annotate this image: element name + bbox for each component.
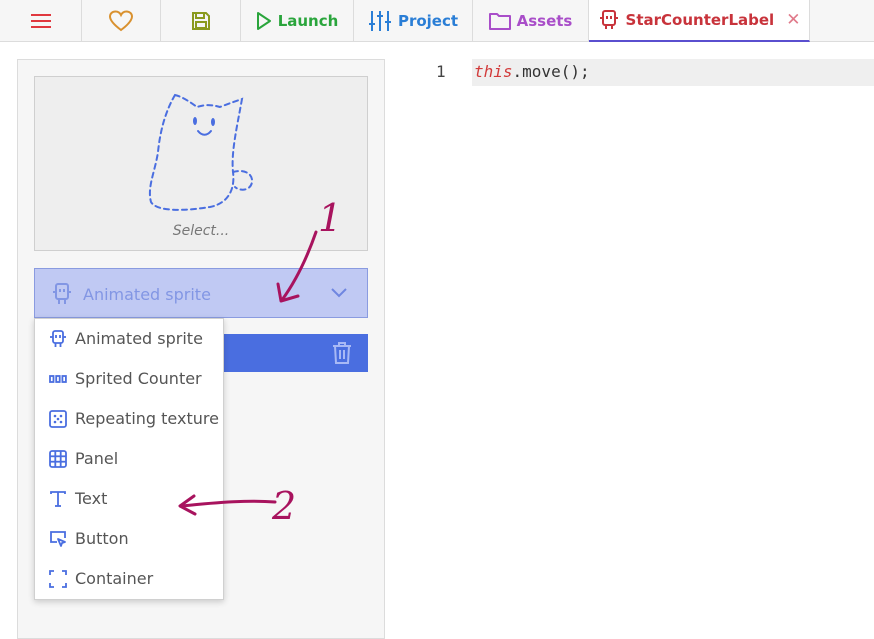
repeating-texture-icon [49, 410, 67, 428]
play-icon [256, 12, 271, 30]
save-button[interactable] [161, 0, 241, 42]
menu-item-label: Text [75, 489, 108, 508]
panel-icon [49, 450, 67, 468]
sprited-counter-icon [49, 375, 67, 383]
tab-star-counter-label[interactable]: StarCounterLabel ✕ [589, 0, 810, 42]
tab-project[interactable]: Project [354, 0, 473, 42]
code-line[interactable]: this.move(); [474, 62, 590, 81]
trash-icon[interactable] [332, 342, 352, 364]
line-number: 1 [436, 62, 446, 81]
tab-launch[interactable]: Launch [241, 0, 354, 42]
tab-star-counter-label-text: StarCounterLabel [625, 11, 775, 29]
code-keyword: this [474, 62, 513, 81]
element-type-menu: Animated sprite Sprited Counter Repeatin… [34, 318, 224, 600]
text-icon [50, 491, 66, 507]
favorite-button[interactable] [82, 0, 161, 42]
menu-button[interactable] [0, 0, 82, 42]
menu-item-animated-sprite[interactable]: Animated sprite [35, 319, 223, 359]
close-tab-icon[interactable]: ✕ [786, 10, 800, 30]
hamburger-icon [30, 14, 51, 28]
menu-item-label: Button [75, 529, 129, 548]
tab-bar: Launch Project Assets StarCounterLabel ✕ [0, 0, 874, 42]
menu-item-button[interactable]: Button [35, 519, 223, 559]
annotation-label-2: 2 [272, 484, 297, 528]
template-icon [599, 10, 618, 29]
save-icon [191, 12, 210, 30]
sliders-icon [368, 11, 391, 31]
code-editor[interactable] [401, 56, 874, 631]
annotation-arrow-2 [178, 494, 277, 516]
element-type-value: Animated sprite [83, 285, 211, 304]
menu-item-label: Panel [75, 449, 119, 468]
menu-item-sprited-counter[interactable]: Sprited Counter [35, 359, 223, 399]
code-text: .move(); [512, 62, 590, 81]
menu-item-panel[interactable]: Panel [35, 439, 223, 479]
menu-item-label: Animated sprite [75, 329, 203, 348]
animated-sprite-icon [50, 330, 66, 347]
tab-assets-label: Assets [516, 12, 573, 30]
animated-sprite-icon [53, 283, 71, 304]
tab-assets[interactable]: Assets [473, 0, 589, 42]
menu-item-container[interactable]: Container [35, 559, 223, 599]
folder-icon [488, 13, 511, 30]
tab-launch-label: Launch [277, 12, 339, 30]
menu-item-repeating-texture[interactable]: Repeating texture [35, 399, 223, 439]
annotation-label-1: 1 [318, 196, 343, 240]
menu-item-label: Sprited Counter [75, 369, 202, 388]
container-icon [49, 570, 67, 588]
menu-item-label: Container [75, 569, 154, 588]
tab-project-label: Project [397, 12, 459, 30]
heart-icon [109, 10, 133, 32]
annotation-arrow-1 [276, 230, 318, 303]
button-icon [50, 531, 66, 547]
menu-item-label: Repeating texture [75, 409, 219, 428]
